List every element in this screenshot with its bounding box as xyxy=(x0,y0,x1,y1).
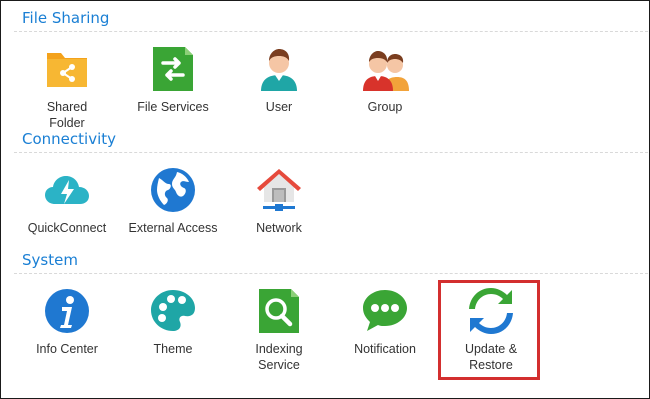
external-access-label: External Access xyxy=(128,221,218,235)
user-item[interactable]: User xyxy=(229,45,329,115)
quickconnect-icon xyxy=(45,176,89,204)
shared-folder-icon xyxy=(47,53,87,87)
file-services-label: File Services xyxy=(137,100,209,114)
group-label: Group xyxy=(367,100,403,114)
external-access-icon xyxy=(151,168,195,212)
indexing-service-icon xyxy=(259,289,299,333)
quickconnect-item[interactable]: QuickConnect xyxy=(17,166,117,236)
section-title-system: System xyxy=(22,251,78,269)
file-services-item[interactable]: File Services xyxy=(123,45,223,115)
theme-item[interactable]: Theme xyxy=(123,287,223,357)
section-divider xyxy=(14,273,648,274)
indexing-service-item[interactable]: Indexing Service xyxy=(229,287,329,373)
section-title-connectivity: Connectivity xyxy=(22,130,116,148)
theme-icon xyxy=(151,290,195,331)
info-center-icon xyxy=(45,289,89,333)
user-icon xyxy=(261,49,297,91)
network-item[interactable]: Network xyxy=(229,166,329,236)
highlight-box xyxy=(438,280,540,380)
group-item[interactable]: Group xyxy=(335,45,435,115)
notification-item[interactable]: Notification xyxy=(335,287,435,357)
indexing-service-label: Indexing Service xyxy=(255,342,303,372)
info-center-item[interactable]: Info Center xyxy=(17,287,117,357)
user-label: User xyxy=(265,100,293,114)
section-divider xyxy=(14,31,648,32)
notification-label: Notification xyxy=(354,342,416,356)
notification-icon xyxy=(363,290,407,331)
shared-folder-item[interactable]: Shared Folder xyxy=(17,45,117,131)
network-icon xyxy=(257,169,301,211)
file-services-icon xyxy=(153,47,193,91)
theme-label: Theme xyxy=(153,342,193,356)
quickconnect-label: QuickConnect xyxy=(27,221,107,235)
shared-folder-label: Shared Folder xyxy=(46,100,88,130)
section-divider xyxy=(14,152,648,153)
info-center-label: Info Center xyxy=(36,342,98,356)
external-access-item[interactable]: External Access xyxy=(123,166,223,236)
section-title-file-sharing: File Sharing xyxy=(22,9,110,27)
group-icon xyxy=(363,51,409,91)
network-label: Network xyxy=(256,221,302,235)
